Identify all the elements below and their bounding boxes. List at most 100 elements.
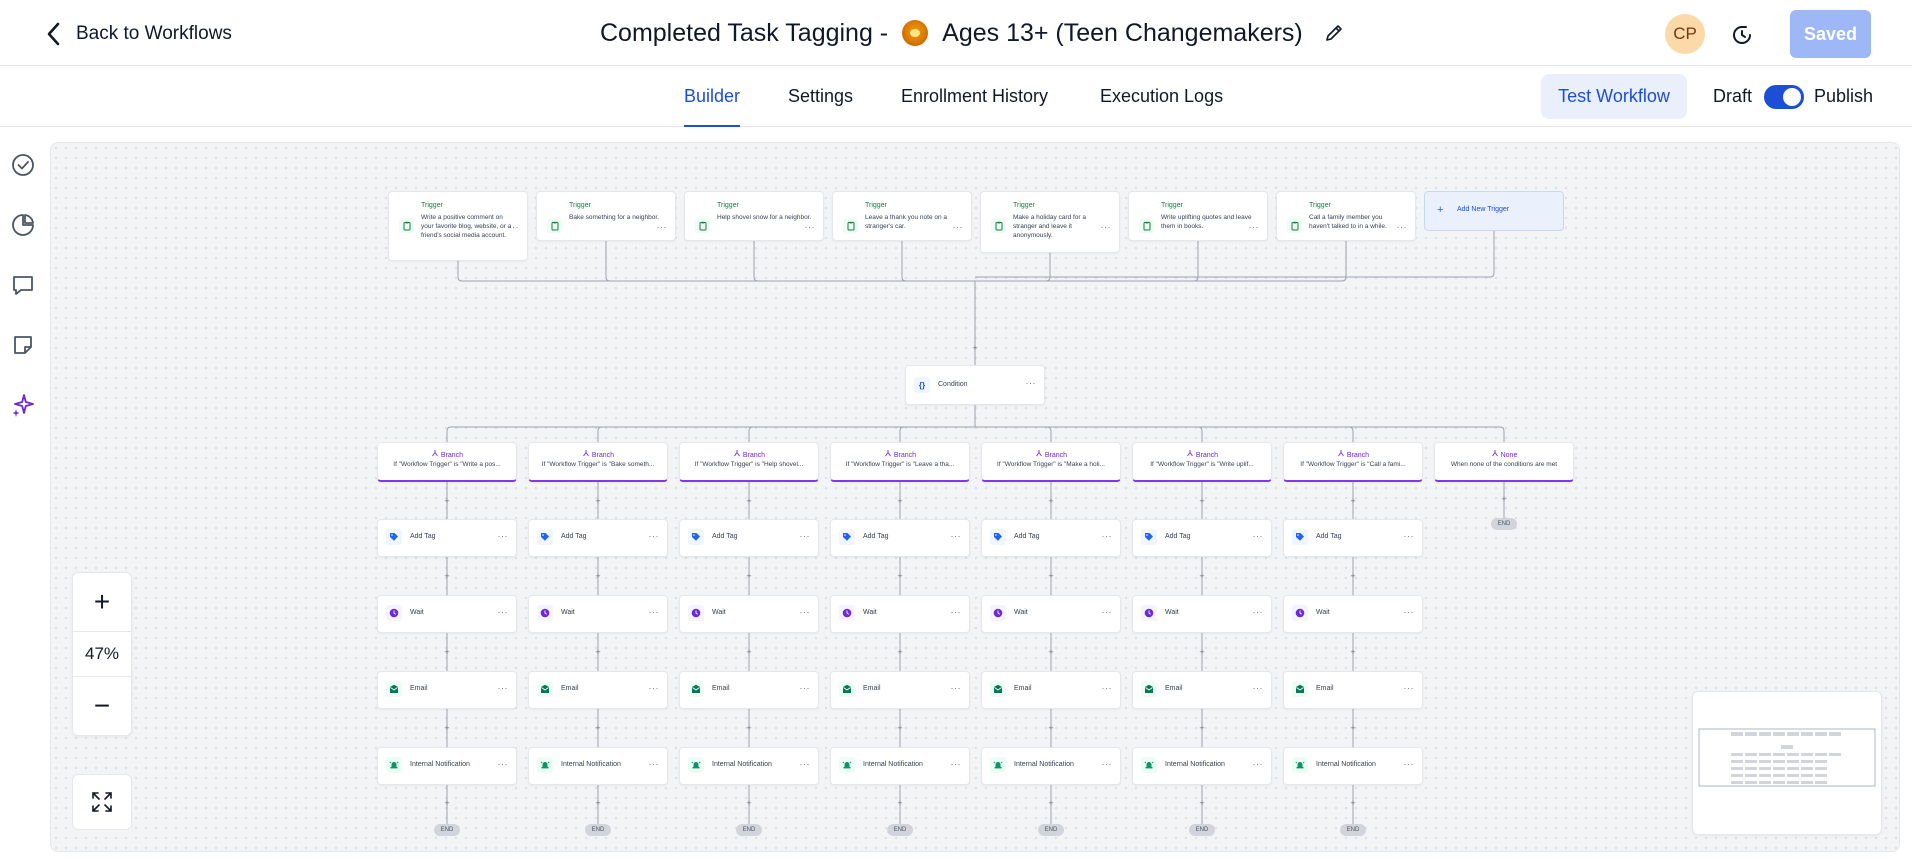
more-options-icon[interactable]: ···: [1397, 222, 1408, 232]
workflow-step-node[interactable]: Internal Notification ···: [679, 747, 819, 785]
workflow-step-node[interactable]: Add Tag ···: [528, 519, 668, 557]
workflow-step-node[interactable]: Internal Notification ···: [377, 747, 517, 785]
test-workflow-button[interactable]: Test Workflow: [1541, 74, 1687, 119]
comment-icon[interactable]: [10, 272, 36, 298]
branch-node[interactable]: Branch If "Workflow Trigger" is "Bake som…: [528, 442, 668, 482]
workflow-step-node[interactable]: Wait ···: [377, 595, 517, 633]
workflow-step-node[interactable]: Internal Notification ···: [830, 747, 970, 785]
trigger-node[interactable]: Trigger Bake something for a neighbor. ···: [536, 191, 676, 241]
add-step-plus[interactable]: +: [443, 646, 451, 658]
workflow-canvas[interactable]: Trigger Write a positive comment on your …: [50, 142, 1900, 852]
workflow-step-node[interactable]: Wait ···: [830, 595, 970, 633]
workflow-step-node[interactable]: Email ···: [1283, 671, 1423, 709]
workflow-step-node[interactable]: Email ···: [528, 671, 668, 709]
more-options-icon[interactable]: ···: [509, 222, 520, 232]
add-step-plus[interactable]: +: [1349, 797, 1357, 809]
workflow-step-node[interactable]: Add Tag ···: [679, 519, 819, 557]
check-circle-icon[interactable]: [10, 152, 36, 178]
trigger-node[interactable]: Trigger Call a family member you haven't …: [1276, 191, 1416, 241]
more-options-icon[interactable]: ···: [1253, 531, 1264, 541]
more-options-icon[interactable]: ···: [657, 222, 668, 232]
trigger-node[interactable]: Trigger Help shovel snow for a neighbor. ·…: [684, 191, 824, 241]
more-options-icon[interactable]: ···: [1249, 222, 1260, 232]
workflow-step-node[interactable]: Wait ···: [981, 595, 1121, 633]
add-step-plus[interactable]: +: [1198, 570, 1206, 582]
note-icon[interactable]: [10, 332, 36, 358]
add-step-plus[interactable]: +: [594, 797, 602, 809]
minimap[interactable]: [1692, 691, 1882, 835]
more-options-icon[interactable]: ···: [805, 222, 816, 232]
saved-button[interactable]: Saved: [1790, 10, 1871, 58]
more-options-icon[interactable]: ···: [649, 531, 660, 541]
add-step-plus[interactable]: +: [896, 495, 904, 507]
workflow-step-node[interactable]: Email ···: [1132, 671, 1272, 709]
add-step-plus[interactable]: +: [745, 646, 753, 658]
more-options-icon[interactable]: ···: [1102, 531, 1113, 541]
more-options-icon[interactable]: ···: [1102, 683, 1113, 693]
add-step-plus[interactable]: +: [1349, 722, 1357, 734]
workflow-step-node[interactable]: Internal Notification ···: [528, 747, 668, 785]
add-step-plus[interactable]: +: [594, 722, 602, 734]
add-step-plus[interactable]: +: [443, 495, 451, 507]
add-step-plus[interactable]: +: [971, 342, 979, 354]
more-options-icon[interactable]: ···: [953, 222, 964, 232]
add-step-plus[interactable]: +: [896, 646, 904, 658]
more-options-icon[interactable]: ···: [1026, 378, 1037, 388]
add-step-plus[interactable]: +: [1349, 570, 1357, 582]
more-options-icon[interactable]: ···: [1253, 683, 1264, 693]
workflow-step-node[interactable]: Email ···: [679, 671, 819, 709]
edit-pencil-icon[interactable]: [1323, 22, 1345, 44]
add-step-plus[interactable]: +: [1047, 646, 1055, 658]
none-branch-node[interactable]: None When none of the conditions are met: [1434, 442, 1574, 482]
tab-builder[interactable]: Builder: [684, 66, 741, 127]
more-options-icon[interactable]: ···: [1404, 759, 1415, 769]
add-step-plus[interactable]: +: [1349, 495, 1357, 507]
workflow-step-node[interactable]: Add Tag ···: [1283, 519, 1423, 557]
add-step-plus[interactable]: +: [896, 722, 904, 734]
workflow-step-node[interactable]: Wait ···: [1132, 595, 1272, 633]
branch-node[interactable]: Branch If "Workflow Trigger" is "Write up…: [1132, 442, 1272, 482]
trigger-node[interactable]: Trigger Make a holiday card for a strange…: [980, 191, 1120, 253]
more-options-icon[interactable]: ···: [649, 759, 660, 769]
more-options-icon[interactable]: ···: [951, 759, 962, 769]
workflow-step-node[interactable]: Email ···: [830, 671, 970, 709]
add-step-plus[interactable]: +: [1047, 495, 1055, 507]
more-options-icon[interactable]: ···: [649, 607, 660, 617]
more-options-icon[interactable]: ···: [498, 607, 509, 617]
more-options-icon[interactable]: ···: [951, 531, 962, 541]
add-new-trigger-button[interactable]: + Add New Trigger: [1424, 191, 1564, 231]
add-step-plus[interactable]: +: [594, 495, 602, 507]
trigger-node[interactable]: Trigger Leave a thank you note on a stran…: [832, 191, 972, 241]
sparkles-icon[interactable]: [10, 392, 36, 418]
fit-view-button[interactable]: [72, 774, 132, 830]
workflow-step-node[interactable]: Add Tag ···: [377, 519, 517, 557]
workflow-step-node[interactable]: Add Tag ···: [830, 519, 970, 557]
branch-node[interactable]: Branch If "Workflow Trigger" is "Write a …: [377, 442, 517, 482]
more-options-icon[interactable]: ···: [498, 759, 509, 769]
workflow-step-node[interactable]: Internal Notification ···: [981, 747, 1121, 785]
add-step-plus[interactable]: +: [443, 722, 451, 734]
zoom-out-button[interactable]: −: [73, 677, 131, 735]
workflow-step-node[interactable]: Add Tag ···: [981, 519, 1121, 557]
add-step-plus[interactable]: +: [1198, 722, 1206, 734]
add-step-plus[interactable]: +: [896, 570, 904, 582]
add-step-plus[interactable]: +: [1349, 646, 1357, 658]
more-options-icon[interactable]: ···: [1253, 759, 1264, 769]
more-options-icon[interactable]: ···: [800, 531, 811, 541]
branch-node[interactable]: Branch If "Workflow Trigger" is "Make a h…: [981, 442, 1121, 482]
add-step-plus[interactable]: +: [1047, 797, 1055, 809]
add-step-plus[interactable]: +: [1198, 797, 1206, 809]
zoom-in-button[interactable]: +: [73, 573, 131, 631]
more-options-icon[interactable]: ···: [951, 607, 962, 617]
more-options-icon[interactable]: ···: [498, 531, 509, 541]
more-options-icon[interactable]: ···: [800, 759, 811, 769]
more-options-icon[interactable]: ···: [800, 683, 811, 693]
history-icon[interactable]: [1729, 22, 1755, 48]
add-step-plus[interactable]: +: [1047, 570, 1055, 582]
back-to-workflows-link[interactable]: Back to Workflows: [44, 18, 232, 50]
workflow-step-node[interactable]: Wait ···: [528, 595, 668, 633]
workflow-step-node[interactable]: Email ···: [981, 671, 1121, 709]
add-step-plus[interactable]: +: [1500, 493, 1508, 505]
more-options-icon[interactable]: ···: [1102, 607, 1113, 617]
condition-node[interactable]: {} Condition ···: [905, 365, 1045, 405]
